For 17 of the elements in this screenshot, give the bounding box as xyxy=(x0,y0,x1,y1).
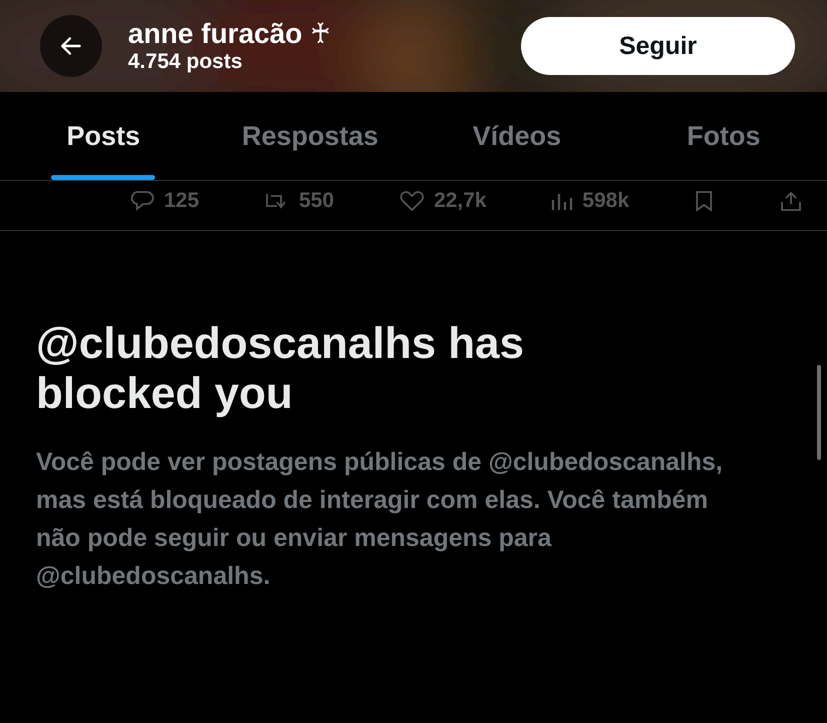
profile-tab[interactable]: Respostas xyxy=(206,92,414,180)
share-icon[interactable] xyxy=(778,190,803,212)
blocked-description: Você pode ver postagens públicas de @clubedoscanalhs, mas está bloqueado de interagir com elas. Você também não pode seguir ou enviar mensagens para @clubedoscanalhs. xyxy=(36,447,724,592)
blocked-title: @clubedoscanalhs has blocked you xyxy=(36,319,525,419)
speech-bubble-icon[interactable] xyxy=(130,190,156,212)
profile-name: anne furacão ♰ xyxy=(128,18,332,50)
profile-tab[interactable]: Fotos xyxy=(620,92,827,180)
action-count: 550 xyxy=(298,189,334,213)
action-count: 125 xyxy=(164,189,200,213)
heart-icon[interactable] xyxy=(398,190,426,212)
follow-button[interactable]: Seguir xyxy=(521,17,795,75)
action-count: 22,7k xyxy=(434,189,486,213)
post-count: 4.754 posts xyxy=(128,50,244,74)
scrollbar[interactable] xyxy=(817,365,821,460)
action-count: 598k xyxy=(582,189,630,213)
profile-tab[interactable]: Vídeos xyxy=(414,92,620,180)
profile-tab[interactable]: Posts xyxy=(0,92,207,180)
